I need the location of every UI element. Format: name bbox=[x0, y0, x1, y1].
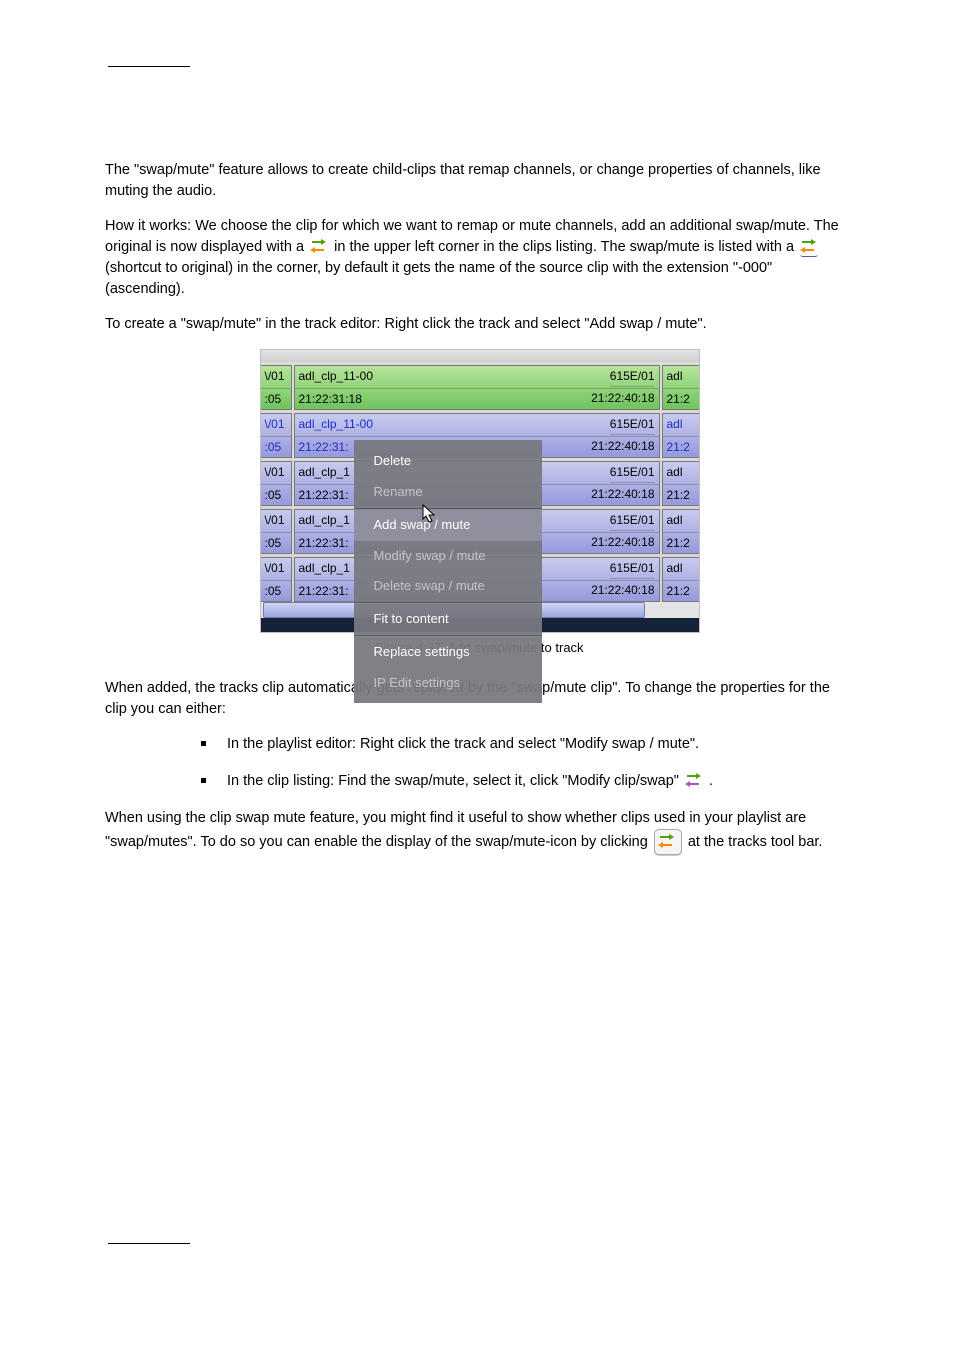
text-p2c: (shortcut to original) bbox=[105, 260, 233, 276]
track-right-top: adl bbox=[663, 462, 699, 484]
clip-end-time: 21:22:40:18 bbox=[591, 486, 654, 503]
track-right-bot: 21:2 bbox=[663, 485, 699, 506]
text-after-p2b: at the tracks tool bar. bbox=[688, 834, 823, 850]
track-left-top: \/01 bbox=[261, 462, 291, 484]
list-item: In the clip listing: Find the swap/mute,… bbox=[201, 771, 854, 792]
clip-end-id: 615E/01 bbox=[610, 512, 655, 530]
track-right-top: adl bbox=[663, 558, 699, 580]
track-right-top: adl bbox=[663, 414, 699, 436]
header-rule bbox=[108, 66, 190, 67]
clip-end-time: 21:22:40:18 bbox=[591, 438, 654, 455]
list-item: In the playlist editor: Right click the … bbox=[201, 734, 854, 755]
track-left-bot: :05 bbox=[261, 581, 291, 602]
ctx-delete[interactable]: Delete bbox=[354, 446, 542, 477]
track-row[interactable]: \/01 :05 adl_clp_11-00 21:22:31:18 615E/… bbox=[261, 365, 699, 410]
bullet-2-text-a: In the clip listing: Find the swap/mute,… bbox=[227, 773, 683, 789]
track-right-top: adl bbox=[663, 510, 699, 532]
track-left-top: \/01 bbox=[261, 558, 291, 580]
footer-rule bbox=[108, 1243, 190, 1244]
bullet-2-text-b: . bbox=[709, 773, 713, 789]
track-editor-screenshot: \/01 :05 adl_clp_11-00 21:22:31:18 615E/… bbox=[260, 349, 700, 633]
track-right-bot: 21:2 bbox=[663, 533, 699, 554]
track-right-bot: 21:2 bbox=[663, 389, 699, 410]
clip-end-time: 21:22:40:18 bbox=[591, 534, 654, 551]
bullet-1-text: In the playlist editor: Right click the … bbox=[227, 736, 699, 752]
track-left-top: \/01 bbox=[261, 366, 291, 388]
mouse-cursor-icon bbox=[423, 505, 435, 523]
clip-end-time: 21:22:40:18 bbox=[591, 582, 654, 599]
track-left-bot: :05 bbox=[261, 485, 291, 506]
paragraph-after-2: When using the clip swap mute feature, y… bbox=[105, 808, 854, 855]
clip-end-id: 615E/01 bbox=[610, 464, 655, 482]
ctx-add-swap-mute[interactable]: Add swap / mute bbox=[354, 510, 542, 541]
paragraph-intro-3: To create a "swap/mute" in the track edi… bbox=[105, 314, 854, 335]
clip-name: adl_clp_11-00 bbox=[295, 414, 659, 436]
track-left-top: \/01 bbox=[261, 510, 291, 532]
swap-mute-original-icon bbox=[310, 238, 328, 256]
ctx-ip-edit-settings: IP Edit settings bbox=[354, 668, 542, 699]
clip-end-id: 615E/01 bbox=[610, 416, 655, 434]
track-right-top: adl bbox=[663, 366, 699, 388]
clip-end-time: 21:22:40:18 bbox=[591, 390, 654, 407]
track-left-top: \/01 bbox=[261, 414, 291, 436]
ctx-fit-to-content[interactable]: Fit to content bbox=[354, 604, 542, 635]
track-right-bot: 21:2 bbox=[663, 581, 699, 602]
ctx-modify-swap-mute: Modify swap / mute bbox=[354, 541, 542, 572]
track-left-bot: :05 bbox=[261, 389, 291, 410]
paragraph-intro-2: How it works: We choose the clip for whi… bbox=[105, 216, 854, 300]
track-right-bot: 21:2 bbox=[663, 437, 699, 458]
swap-mute-shortcut-icon[interactable] bbox=[800, 238, 818, 257]
modify-clip-swap-icon[interactable] bbox=[685, 772, 703, 790]
clip-end-id: 615E/01 bbox=[610, 368, 655, 386]
ctx-rename: Rename bbox=[354, 477, 542, 508]
paragraph-intro-1: The "swap/mute" feature allows to create… bbox=[105, 160, 854, 202]
ctx-replace-settings[interactable]: Replace settings bbox=[354, 637, 542, 668]
text-p2b: in the upper left corner in the clips li… bbox=[334, 239, 798, 255]
clip-name: adl_clp_11-00 bbox=[295, 366, 659, 388]
clip-end-id: 615E/01 bbox=[610, 560, 655, 578]
ctx-delete-swap-mute: Delete swap / mute bbox=[354, 571, 542, 602]
track-left-bot: :05 bbox=[261, 533, 291, 554]
toolbar-swap-mute-toggle-icon[interactable] bbox=[654, 829, 682, 855]
track-left-bot: :05 bbox=[261, 437, 291, 458]
context-menu: Delete Rename Add swap / mute Modify swa… bbox=[354, 440, 542, 703]
